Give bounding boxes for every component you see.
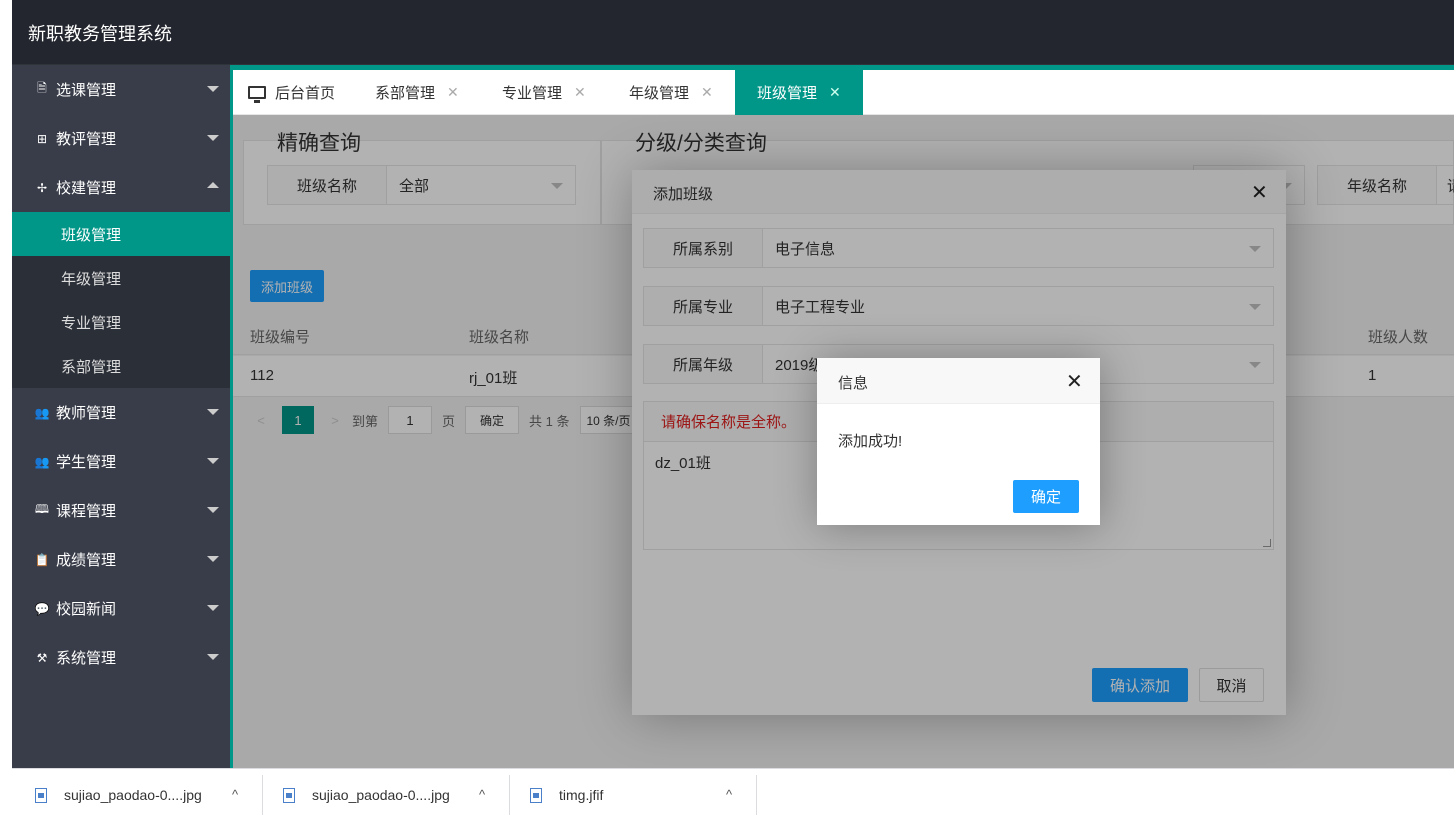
chevron-down-icon [207,135,219,141]
divider [262,775,263,815]
close-icon[interactable]: ✕ [447,84,459,101]
divider [509,775,510,815]
chevron-down-icon [207,605,219,611]
chevron-up-icon[interactable]: ^ [726,787,732,802]
tree-icon: ✢ [36,180,48,195]
sidebar-submenu: 班级管理 年级管理 专业管理 系部管理 [12,212,230,388]
tab-home[interactable]: 后台首页 [248,70,335,115]
message-title: 信息 [838,375,869,392]
download-item[interactable]: sujiao_paodao-0....jpg [35,775,202,815]
download-bar: sujiao_paodao-0....jpg ^ sujiao_paodao-0… [12,768,1454,820]
image-file-icon [35,787,47,803]
chevron-up-icon[interactable]: ^ [479,787,485,802]
chevron-down-icon [207,409,219,415]
sidebar-subitem-grade[interactable]: 年级管理 [12,256,230,300]
chevron-down-icon [207,507,219,513]
book-icon: 🕮 [34,502,50,516]
sidebar-item-label: 系统管理 [56,650,117,667]
chevron-down-icon [207,654,219,660]
tab-major[interactable]: 专业管理 ✕ [502,70,586,115]
sidebar-item-courses[interactable]: 🕮 课程管理 [12,486,230,535]
download-filename: sujiao_paodao-0....jpg [312,787,450,803]
sidebar-item-course-selection[interactable]: 🗎 选课管理 [12,65,230,114]
clipboard-icon: 📋 [34,552,50,567]
chevron-down-icon [207,86,219,92]
sidebar-item-campus-building[interactable]: ✢ 校建管理 [12,163,230,212]
window-edge [0,0,12,820]
tab-label: 专业管理 [502,85,563,102]
message-ok-button[interactable]: 确定 [1013,480,1079,513]
close-icon[interactable]: ✕ [829,84,841,101]
chat-icon: 💬 [34,601,50,616]
sidebar-item-news[interactable]: 💬 校园新闻 [12,584,230,633]
sidebar-item-label: 选课管理 [56,82,117,99]
sidebar: 🗎 选课管理 ⊞ 教评管理 ✢ 校建管理 班级管理 年级管理 专业管理 系部管理… [12,65,230,768]
chevron-up-icon[interactable]: ^ [232,787,238,802]
users-icon: 👥 [34,405,50,420]
sidebar-item-label: 成绩管理 [56,552,117,569]
sidebar-item-label: 教评管理 [56,131,117,148]
chevron-down-icon [207,556,219,562]
tab-grade[interactable]: 年级管理 ✕ [629,70,713,115]
sidebar-item-teaching-evaluation[interactable]: ⊞ 教评管理 [12,114,230,163]
tab-label: 年级管理 [629,85,690,102]
download-filename: sujiao_paodao-0....jpg [64,787,202,803]
close-icon[interactable]: ✕ [1066,372,1083,392]
sidebar-item-grades[interactable]: 📋 成绩管理 [12,535,230,584]
grid-icon: ⊞ [36,131,48,146]
sidebar-item-students[interactable]: 👥 学生管理 [12,437,230,486]
message-text: 添加成功! [838,433,903,450]
chevron-up-icon [207,182,219,188]
divider [756,775,757,815]
document-icon: 🗎 [37,81,47,95]
sidebar-item-label: 校建管理 [56,180,117,197]
chevron-down-icon [207,458,219,464]
image-file-icon [530,787,542,803]
sidebar-subitem-department[interactable]: 系部管理 [12,344,230,388]
sidebar-item-label: 学生管理 [56,454,117,471]
tab-label: 系部管理 [375,85,436,102]
tab-bar: 后台首页 系部管理 ✕ 专业管理 ✕ 年级管理 ✕ 班级管理 ✕ [233,70,1454,115]
sidebar-item-label: 课程管理 [56,503,117,520]
close-icon[interactable]: ✕ [701,84,713,101]
image-file-icon [283,787,295,803]
sidebar-subitem-class[interactable]: 班级管理 [12,212,230,256]
download-item[interactable]: timg.jfif [530,775,603,815]
tab-label: 后台首页 [275,85,336,102]
tools-icon: ⚒ [36,650,48,665]
sidebar-subitem-major[interactable]: 专业管理 [12,300,230,344]
download-filename: timg.jfif [559,787,604,803]
monitor-icon [248,86,266,103]
tab-label: 班级管理 [757,85,818,102]
app-title: 新职教务管理系统 [28,24,172,44]
close-icon[interactable]: ✕ [574,84,586,101]
sidebar-item-label: 教师管理 [56,405,117,422]
tab-department[interactable]: 系部管理 ✕ [375,70,459,115]
sidebar-item-label: 校园新闻 [56,601,117,618]
message-header: 信息 ✕ [817,358,1100,404]
top-header: 新职教务管理系统 [12,0,1454,65]
sidebar-item-teachers[interactable]: 👥 教师管理 [12,388,230,437]
sidebar-item-system[interactable]: ⚒ 系统管理 [12,633,230,682]
users-icon: 👥 [34,454,50,469]
download-item[interactable]: sujiao_paodao-0....jpg [283,775,450,815]
message-dialog: 信息 ✕ 添加成功! 确定 [817,358,1100,525]
tab-class[interactable]: 班级管理 ✕ [735,70,863,115]
